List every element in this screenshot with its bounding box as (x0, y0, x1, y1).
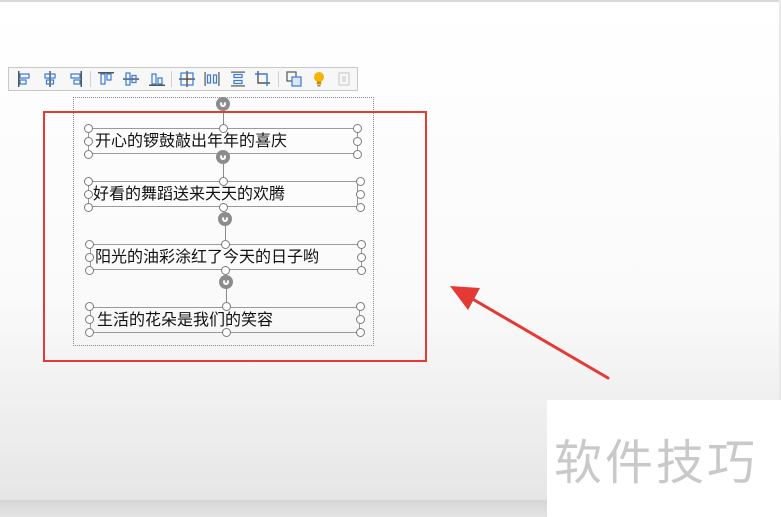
rotate-handle-icon[interactable] (216, 97, 230, 111)
more-disabled-icon (338, 72, 350, 86)
crop-icon (255, 71, 271, 86)
align-left-icon (17, 71, 30, 87)
align-center-button[interactable] (37, 69, 62, 89)
group-icon (285, 71, 302, 87)
group-button[interactable] (281, 69, 306, 89)
align-bottom-icon (148, 73, 165, 86)
lightbulb-icon (313, 72, 324, 87)
crop-button[interactable] (250, 69, 275, 89)
distribute-center-button[interactable] (174, 69, 199, 89)
annotation-arrow-icon (450, 286, 610, 380)
toolbar-separator (171, 71, 173, 87)
align-right-button[interactable] (63, 69, 88, 89)
distribute-vertical-button[interactable] (225, 69, 250, 89)
distribute-center-icon (178, 71, 195, 87)
align-top-button[interactable] (93, 69, 118, 89)
annotation-frame (43, 111, 427, 362)
distribute-horizontal-icon (204, 72, 220, 86)
align-center-icon (44, 71, 56, 87)
top-border (0, 0, 781, 2)
distribute-vertical-icon (230, 71, 245, 87)
toolbar-separator (90, 71, 92, 87)
watermark: 软件技巧 (554, 435, 759, 491)
align-left-button[interactable] (12, 69, 37, 89)
tip-button[interactable] (306, 69, 331, 89)
more-button (332, 69, 357, 89)
align-middle-icon (123, 72, 140, 86)
align-top-icon (97, 72, 114, 85)
align-bottom-button[interactable] (144, 69, 169, 89)
align-middle-button[interactable] (119, 69, 144, 89)
toolbar-separator (277, 71, 279, 87)
alignment-toolbar (8, 67, 358, 91)
distribute-horizontal-button[interactable] (200, 69, 225, 89)
align-right-icon (70, 71, 83, 87)
